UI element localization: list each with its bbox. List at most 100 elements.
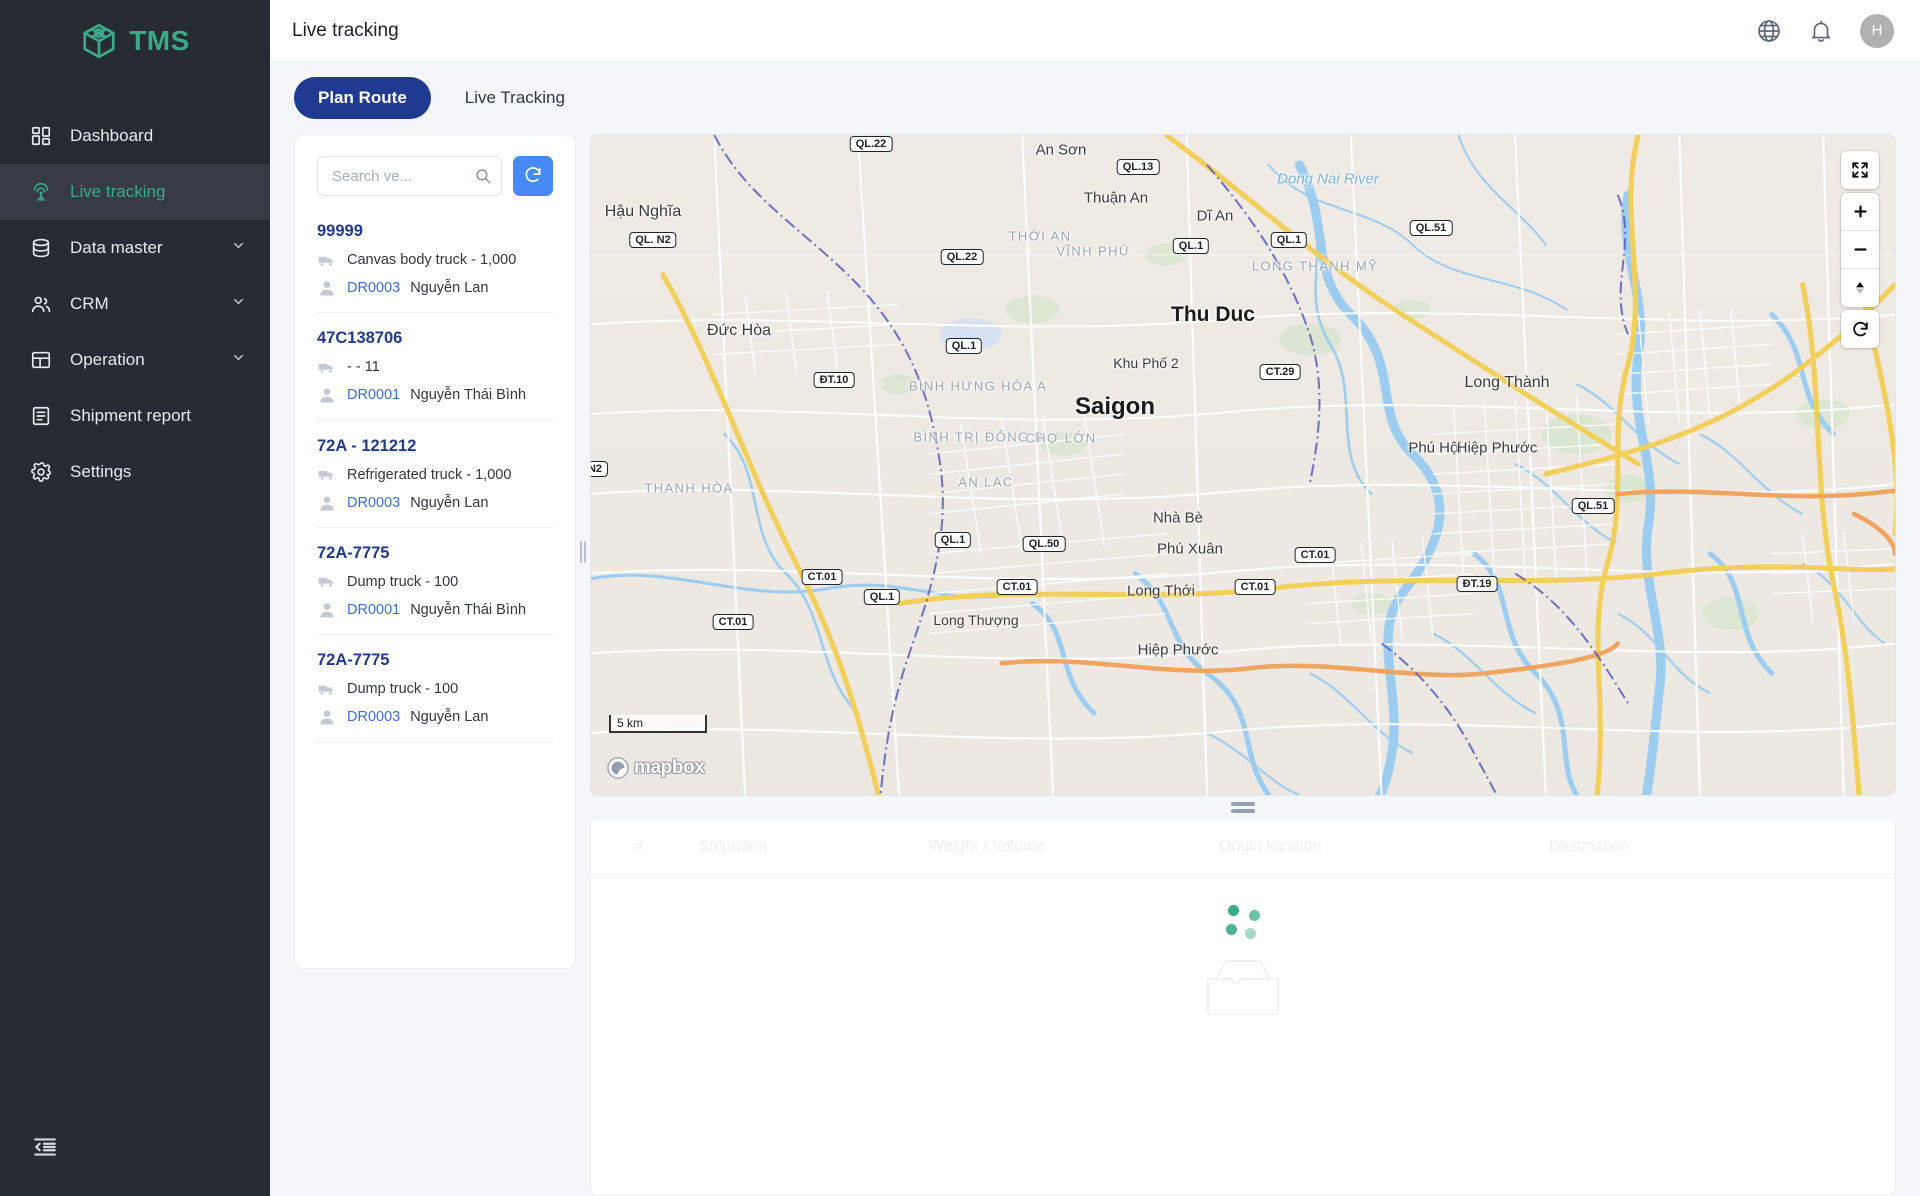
list-item[interactable]: 72A-7775 Dump truck - 100 DR0003 Nguyễn … [317,635,553,743]
vehicle-driver-row: DR0003 Nguyễn Lan [317,493,553,513]
content-area: 99999 Canvas body truck - 1,000 DR0003 [270,134,1920,1196]
loading-spinner-icon [1226,905,1260,939]
sidebar-item-label: Operation [70,350,145,369]
sidebar-item-operation[interactable]: Operation [0,332,270,388]
map-scale-bar: 5 km [609,715,707,733]
truck-icon [317,358,337,378]
list-item[interactable]: 47C138706 - - 11 DR0001 Nguyễn Thái Bình [317,313,553,421]
driver-code[interactable]: DR0003 [347,280,400,296]
vehicle-plate[interactable]: 72A-7775 [317,651,553,670]
chevron-down-icon[interactable] [231,294,246,314]
vehicle-type: - - 11 [347,359,380,376]
sidebar-item-dashboard[interactable]: Dashboard [0,108,270,164]
vehicle-list[interactable]: 99999 Canvas body truck - 1,000 DR0003 N… [295,206,575,968]
sidebar-item-data-master[interactable]: Data master [0,220,270,276]
driver-name: Nguyễn Lan [410,280,489,297]
map-fullscreen-group [1841,151,1879,189]
refresh-icon [523,165,543,188]
sidebar-item-label: Live tracking [70,182,166,201]
refresh-vehicles-button[interactable] [513,156,553,196]
collapse-sidebar-icon[interactable] [32,1134,58,1160]
spinner-dot [1226,924,1237,935]
truck-icon [317,251,337,271]
vehicle-driver-row: DR0001 Nguyễn Thái Bình [317,385,553,405]
sidebar-item-shipment-report[interactable]: Shipment report [0,388,270,444]
sidebar-item-crm[interactable]: CRM [0,276,270,332]
person-icon [317,707,337,727]
driver-code[interactable]: DR0001 [347,387,400,403]
list-item[interactable]: 72A - 121212 Refrigerated truck - 1,000 [317,421,553,528]
sidebar-item-label: Data master [70,238,163,257]
live-tracking-icon [30,181,52,203]
truck-icon [317,465,337,485]
driver-code[interactable]: DR0001 [347,602,400,618]
bell-icon[interactable] [1808,18,1834,44]
cube-logo-icon [80,22,118,60]
gear-icon [30,461,52,483]
mapbox-attribution[interactable]: mapbox [607,756,706,780]
compass-icon[interactable] [1841,269,1879,307]
map-canvas [591,135,1895,795]
mapbox-wordmark: mapbox [632,756,706,780]
map-container[interactable]: Hậu Nghĩa Đức Hòa An Sơn Thuận An Dĩ An Thu D… [590,134,1896,796]
vehicle-plate[interactable]: 99999 [317,222,553,241]
list-item[interactable]: 99999 Canvas body truck - 1,000 DR0003 N… [317,206,553,314]
search-icon [474,167,492,185]
vehicle-plate[interactable]: 72A-7775 [317,544,553,563]
vehicle-type: Refrigerated truck - 1,000 [347,466,512,483]
tab-live-tracking[interactable]: Live Tracking [441,77,589,119]
zoom-out-icon[interactable] [1841,231,1879,269]
sidebar-item-label: CRM [70,294,109,313]
vehicle-type-row: Dump truck - 100 [317,572,553,593]
zoom-in-icon[interactable] [1841,193,1879,231]
report-icon [30,405,52,427]
person-icon [317,600,337,620]
person-icon [317,493,337,513]
vehicle-search-row [295,135,575,206]
table-header-row: # Shipment Weight / Volume Origin locati… [591,819,1895,875]
app-root: TMS Dashboard Live tracking Data master [0,0,1920,1196]
spinner-dot [1245,928,1256,939]
dashboard-icon [30,125,52,147]
refresh-icon[interactable] [1841,310,1879,348]
shipment-table: # Shipment Weight / Volume Origin locati… [590,818,1896,1196]
driver-name: Nguyễn Thái Bình [410,387,527,404]
column-header-weight-volume: Weight / Volume [929,837,1046,855]
vehicle-driver-row: DR0001 Nguyễn Thái Bình [317,600,553,620]
view-tabs: Plan Route Live Tracking [270,62,1920,134]
vehicle-plate[interactable]: 47C138706 [317,329,553,348]
driver-name: Nguyễn Lan [410,709,489,726]
topbar: Live tracking H [270,0,1920,62]
spinner-dot [1228,905,1239,916]
brand[interactable]: TMS [0,10,270,72]
globe-icon[interactable] [1756,18,1782,44]
driver-code[interactable]: DR0003 [347,709,400,725]
chevron-down-icon[interactable] [231,238,246,258]
empty-box-icon [1206,957,1280,1020]
map-table-resize-handle[interactable] [590,796,1896,818]
page-title: Live tracking [292,19,399,41]
vehicle-list-panel: 99999 Canvas body truck - 1,000 DR0003 [294,134,576,969]
topbar-actions: H [1756,13,1894,48]
driver-code[interactable]: DR0003 [347,495,400,511]
tab-plan-route[interactable]: Plan Route [294,77,431,119]
sidebar-item-settings[interactable]: Settings [0,444,270,500]
driver-name: Nguyễn Thái Bình [410,601,527,618]
panel-resize-handle[interactable] [576,134,590,969]
sidebar-item-label: Shipment report [70,406,191,425]
avatar[interactable]: H [1860,13,1894,48]
list-item[interactable]: 72A-7775 Dump truck - 100 DR0001 Nguyễn … [317,528,553,636]
fullscreen-icon[interactable] [1841,151,1879,189]
sidebar: TMS Dashboard Live tracking Data master [0,0,270,1196]
vehicle-driver-row: DR0003 Nguyễn Lan [317,707,553,727]
vehicle-plate[interactable]: 72A - 121212 [317,437,553,456]
table-loading-state [591,875,1895,1195]
sidebar-item-live-tracking[interactable]: Live tracking [0,164,270,220]
vehicle-type-row: - - 11 [317,357,553,378]
chevron-down-icon[interactable] [231,350,246,370]
sidebar-item-label: Dashboard [70,126,154,145]
map-refresh-group [1841,310,1879,348]
search-wrapper [317,156,502,196]
vehicle-type-row: Dump truck - 100 [317,679,553,700]
truck-icon [317,680,337,700]
